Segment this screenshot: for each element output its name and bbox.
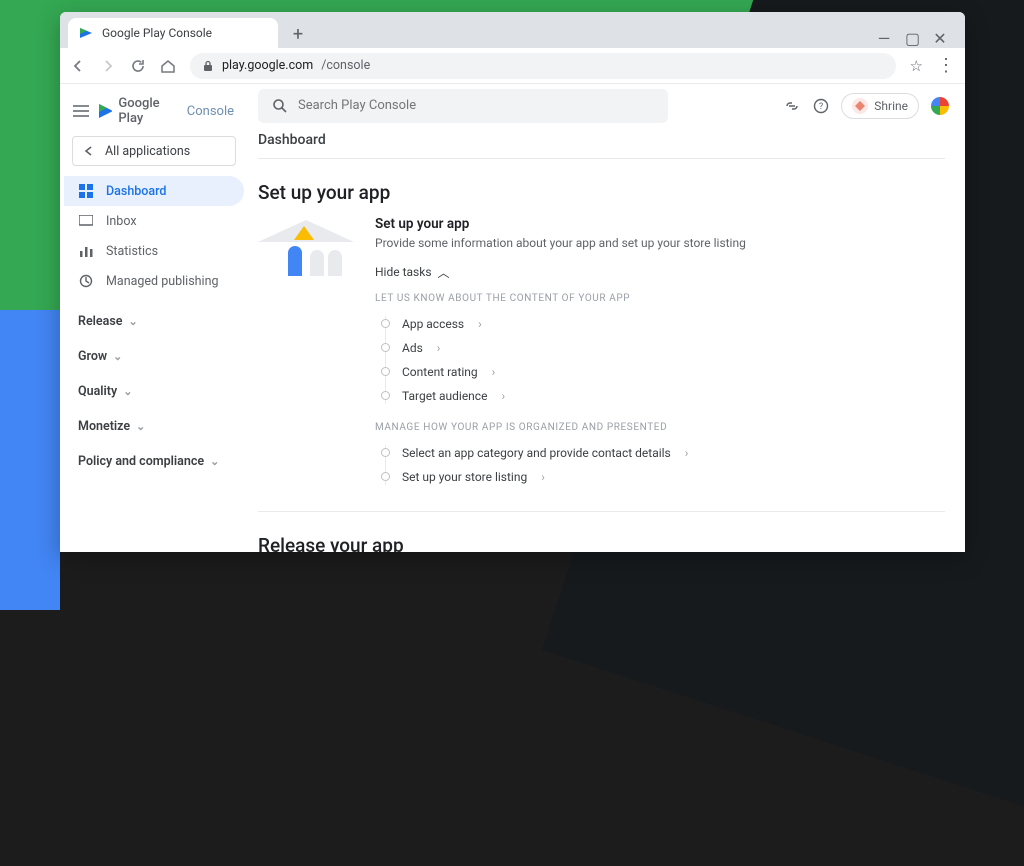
- home-button[interactable]: [160, 58, 176, 74]
- task-category-contact[interactable]: Select an app category and provide conta…: [381, 441, 945, 465]
- shrine-icon: [852, 98, 868, 114]
- task-group-label-content: LET US KNOW ABOUT THE CONTENT OF YOUR AP…: [375, 293, 945, 304]
- task-content-rating[interactable]: Content rating: [381, 360, 945, 384]
- sidebar-item-managed-publishing[interactable]: Managed publishing: [64, 266, 244, 296]
- new-tab-button[interactable]: +: [284, 20, 312, 48]
- sidebar-item-label: Managed publishing: [106, 274, 219, 289]
- link-icon[interactable]: [783, 99, 801, 113]
- section-setup-title: Set up your app: [258, 181, 945, 204]
- search-icon: [272, 98, 288, 114]
- all-applications-label: All applications: [105, 144, 190, 159]
- inbox-icon: [78, 215, 94, 227]
- address-bar: play.google.com /console ☆ ⋮: [60, 48, 965, 84]
- browser-window: Google Play Console + — ▢ ✕ play.google.…: [60, 12, 965, 552]
- google-account-button[interactable]: [931, 97, 949, 115]
- setup-description: Provide some information about your app …: [375, 236, 945, 250]
- reload-button[interactable]: [130, 58, 146, 74]
- sidebar-group-policy[interactable]: Policy and compliance⌄: [64, 444, 244, 479]
- search-input[interactable]: [298, 98, 654, 113]
- task-app-access[interactable]: App access: [381, 312, 945, 336]
- setup-heading: Set up your app: [375, 216, 945, 232]
- publishing-icon: [78, 274, 94, 288]
- minimize-button[interactable]: —: [877, 29, 891, 48]
- chevron-down-icon: ⌄: [123, 385, 132, 398]
- lock-icon: [202, 60, 214, 72]
- section-release-title: Release your app: [258, 534, 945, 552]
- sidebar-group-quality[interactable]: Quality⌄: [64, 374, 244, 409]
- url-path: /console: [321, 58, 370, 73]
- chevron-down-icon: ⌄: [113, 350, 122, 363]
- sidebar-group-grow[interactable]: Grow⌄: [64, 339, 244, 374]
- dashboard-icon: [78, 184, 94, 198]
- url-host: play.google.com: [222, 58, 313, 73]
- menu-button[interactable]: [72, 104, 90, 118]
- tab-strip: Google Play Console + — ▢ ✕: [60, 12, 965, 48]
- chevron-up-icon: ︿: [438, 264, 450, 281]
- setup-illustration: [258, 220, 353, 284]
- search-box[interactable]: [258, 89, 668, 123]
- brand-logo[interactable]: Google Play Console: [98, 96, 234, 126]
- close-button[interactable]: ✕: [933, 29, 947, 48]
- task-group-label-presentation: MANAGE HOW YOUR APP IS ORGANIZED AND PRE…: [375, 422, 945, 433]
- sidebar-item-statistics[interactable]: Statistics: [64, 236, 244, 266]
- sidebar-group-release[interactable]: Release⌄: [64, 304, 244, 339]
- svg-text:?: ?: [819, 102, 823, 112]
- sidebar-item-label: Statistics: [106, 244, 158, 259]
- chevron-down-icon: ⌄: [210, 455, 219, 468]
- tab-title: Google Play Console: [102, 26, 212, 40]
- chevron-down-icon: ⌄: [136, 420, 145, 433]
- topbar: ? Shrine: [250, 84, 965, 128]
- content: Dashboard Set up your app Set up your ap…: [250, 128, 965, 552]
- browser-tab[interactable]: Google Play Console: [68, 18, 278, 48]
- task-store-listing[interactable]: Set up your store listing: [381, 465, 945, 489]
- play-console-favicon: [80, 26, 94, 40]
- setup-card: Set up your app Provide some information…: [258, 216, 945, 489]
- back-button[interactable]: [70, 58, 86, 74]
- bookmark-button[interactable]: ☆: [910, 57, 923, 75]
- chip-label: Shrine: [874, 99, 908, 113]
- maximize-button[interactable]: ▢: [905, 29, 919, 48]
- help-icon[interactable]: ?: [813, 98, 829, 114]
- omnibox[interactable]: play.google.com /console: [190, 53, 896, 79]
- page-title: Dashboard: [258, 128, 945, 159]
- statistics-icon: [78, 245, 94, 257]
- task-target-audience[interactable]: Target audience: [381, 384, 945, 408]
- app-frame: Google Play Console All applications Das…: [60, 84, 965, 552]
- play-icon: [98, 103, 112, 119]
- sidebar-group-monetize[interactable]: Monetize⌄: [64, 409, 244, 444]
- task-ads[interactable]: Ads: [381, 336, 945, 360]
- forward-button[interactable]: [100, 58, 116, 74]
- sidebar: Google Play Console All applications Das…: [60, 84, 250, 552]
- main: ? Shrine Dashboard Set up your app: [250, 84, 965, 552]
- arrow-left-icon: [83, 145, 95, 157]
- sidebar-item-inbox[interactable]: Inbox: [64, 206, 244, 236]
- app-selector-chip[interactable]: Shrine: [841, 93, 919, 119]
- chevron-down-icon: ⌄: [129, 315, 138, 328]
- sidebar-item-label: Dashboard: [106, 184, 166, 199]
- sidebar-item-label: Inbox: [106, 214, 137, 229]
- hide-tasks-toggle[interactable]: Hide tasks ︿: [375, 264, 945, 281]
- sidebar-item-dashboard[interactable]: Dashboard: [64, 176, 244, 206]
- browser-menu-button[interactable]: ⋮: [937, 55, 955, 76]
- all-applications-button[interactable]: All applications: [72, 136, 236, 166]
- window-controls: — ▢ ✕: [867, 29, 957, 48]
